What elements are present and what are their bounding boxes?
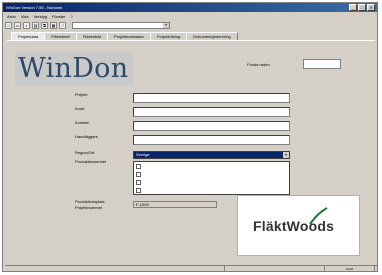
- menu-arkiv[interactable]: Arkiv: [7, 13, 16, 20]
- menu-verktyg[interactable]: Verktyg: [34, 13, 47, 20]
- menu-help[interactable]: ?: [71, 13, 73, 20]
- paste-icon[interactable]: ▦: [50, 22, 57, 29]
- menu-visa[interactable]: Visa: [21, 13, 29, 20]
- menu-fonster[interactable]: Fönster: [52, 13, 66, 20]
- list-checkbox[interactable]: [136, 188, 141, 193]
- label-projektnummer: Projektnummer: [75, 205, 103, 210]
- field-label-kontakt: Kontakt: [75, 120, 89, 125]
- list-checkbox[interactable]: [136, 164, 141, 169]
- close-button[interactable]: ✕: [367, 4, 375, 11]
- frame-value: [303, 59, 341, 69]
- status-pane-main: [5, 266, 225, 272]
- list-checkbox[interactable]: [136, 180, 141, 185]
- field-label-region: Region/Ort: [75, 150, 95, 155]
- window-title: WinDon Version 7.55 - Noname: [6, 5, 63, 10]
- projektnummer-value: F-1009: [133, 201, 217, 208]
- menu-bar: Arkiv Visa Verktyg Fönster ?: [3, 13, 377, 20]
- minimize-button[interactable]: _: [349, 4, 357, 11]
- projekt-field[interactable]: [133, 93, 290, 103]
- open-icon[interactable]: ▭: [14, 22, 21, 29]
- kund-field[interactable]: [133, 107, 290, 117]
- toolbar: □ ▭ ▪ ▤ ⧉ ▦ ? ▼: [5, 21, 205, 30]
- region-select-value: Sverige: [136, 152, 150, 157]
- status-pane-mid: [225, 266, 325, 272]
- field-label-handlaggare: Handläggare: [75, 134, 98, 139]
- maximize-button[interactable]: □: [358, 4, 366, 11]
- handlaggare-field[interactable]: [133, 135, 290, 145]
- kontakt-field[interactable]: [133, 121, 290, 131]
- produktionsenhet-list[interactable]: [133, 161, 290, 195]
- field-label-projekt: Projekt: [75, 92, 88, 97]
- copy-icon[interactable]: ⧉: [41, 22, 48, 29]
- flaktwoods-logo: FläktWoods: [237, 195, 360, 256]
- frame-label: Första raden: [247, 62, 270, 67]
- window-controls: _ □ ✕: [349, 4, 375, 11]
- title-bar: WinDon Version 7.55 - Noname _ □ ✕: [3, 3, 377, 12]
- chevron-down-icon[interactable]: ▼: [283, 152, 289, 158]
- windon-logo: WinDon: [15, 52, 133, 86]
- save-icon[interactable]: ▪: [23, 22, 30, 29]
- help-icon[interactable]: ?: [59, 22, 66, 29]
- toolbar-combo[interactable]: ▼: [72, 22, 170, 29]
- app-window: WinDon Version 7.55 - Noname _ □ ✕ Arkiv…: [2, 2, 378, 272]
- chevron-down-icon[interactable]: ▼: [163, 23, 169, 28]
- list-checkbox[interactable]: [136, 172, 141, 177]
- field-label-kund: Kund: [75, 106, 85, 111]
- new-icon[interactable]: □: [5, 22, 12, 29]
- brand-text: FläktWoods: [253, 218, 335, 234]
- status-pane-num: NUM: [325, 266, 375, 272]
- status-bar: NUM: [5, 265, 377, 272]
- field-label-produktionsenhet: Produktionsenhet: [75, 159, 107, 164]
- print-icon[interactable]: ▤: [32, 22, 39, 29]
- region-select[interactable]: Sverige ▼: [133, 151, 290, 159]
